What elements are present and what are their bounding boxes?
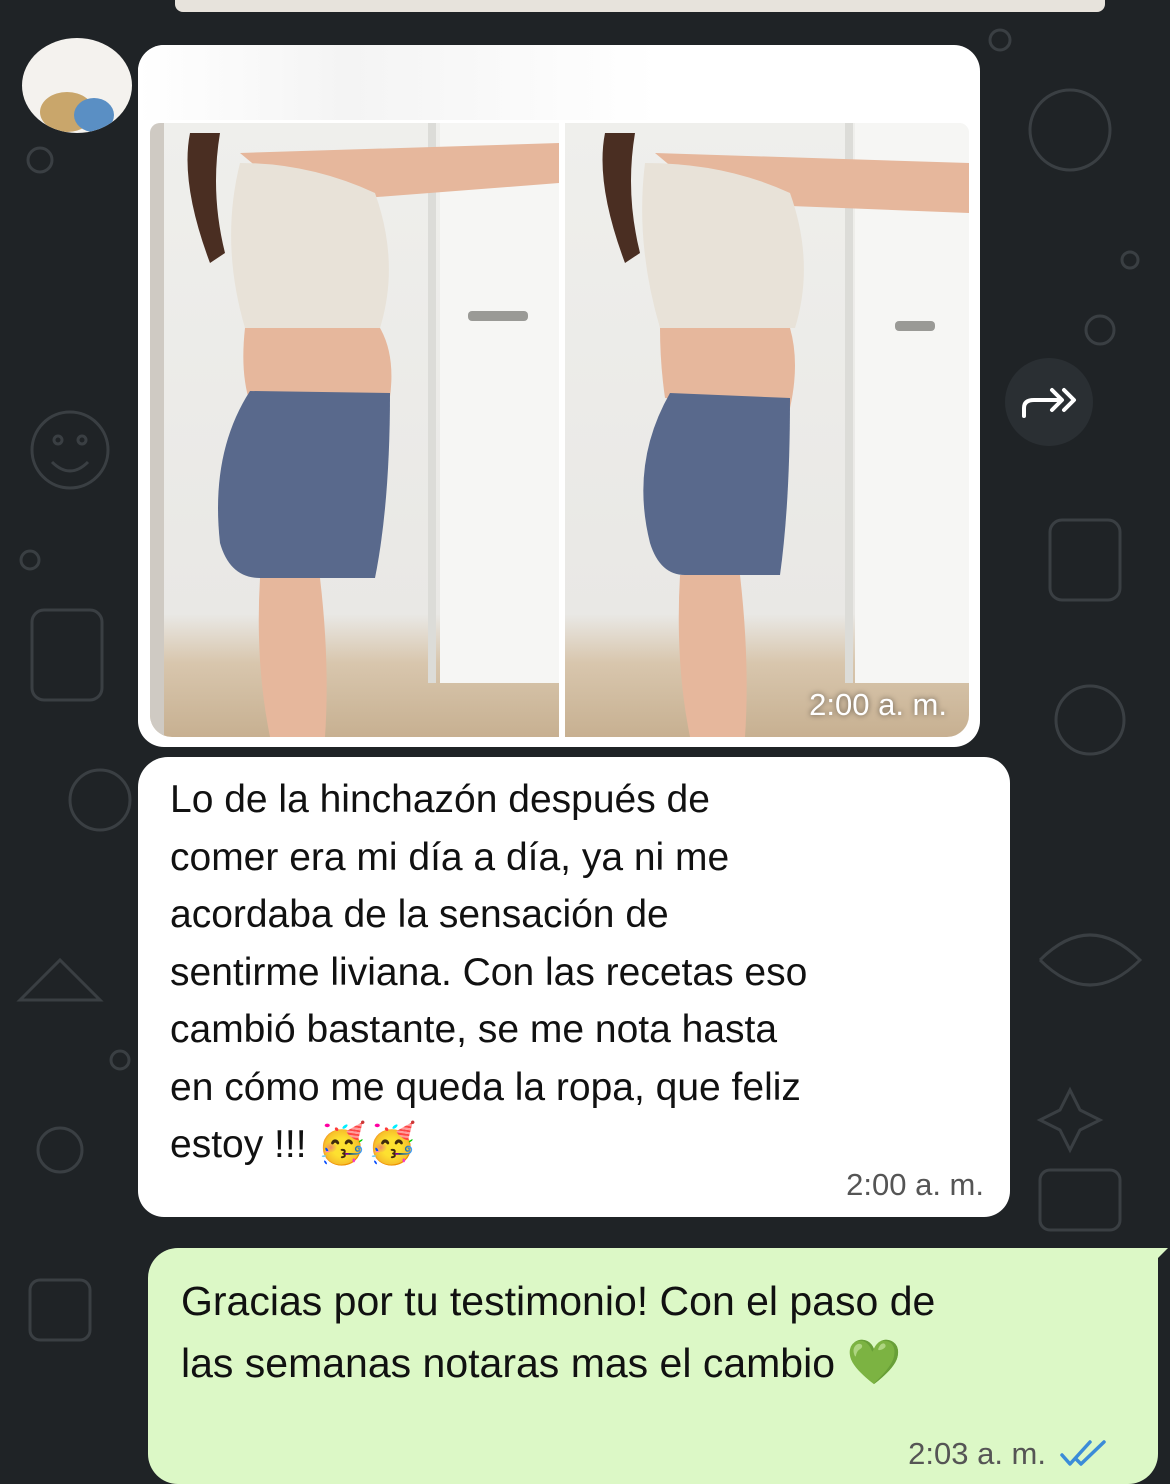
avatar[interactable] — [22, 38, 132, 133]
incoming-message-text: Lo de la hinchazón después de comer era … — [170, 771, 990, 1174]
incoming-message-bubble[interactable]: Lo de la hinchazón después de comer era … — [138, 757, 1010, 1217]
message-line: estoy !!! — [170, 1123, 307, 1166]
outgoing-timestamp: 2:03 a. m. — [908, 1436, 1046, 1471]
message-line: cambió bastante, se me nota hasta — [170, 1008, 778, 1051]
message-line: acordaba de la sensación de — [170, 893, 669, 936]
outgoing-message-bubble[interactable]: Gracias por tu testimonio! Con el paso d… — [148, 1248, 1158, 1484]
after-photo-illustration — [602, 123, 969, 737]
outgoing-message-text: Gracias por tu testimonio! Con el paso d… — [181, 1270, 1131, 1394]
outgoing-bubble-tail — [1150, 1248, 1168, 1266]
outgoing-meta: 2:03 a. m. — [908, 1436, 1108, 1472]
message-line: comer era mi día a día, ya ni me — [170, 835, 730, 879]
forward-icon — [1022, 388, 1076, 418]
sender-name-redacted — [138, 45, 658, 120]
message-line: Lo de la hinchazón después de — [170, 778, 710, 821]
double-check-icon — [1060, 1440, 1106, 1466]
after-photo[interactable]: 2:00 a. m. — [565, 123, 969, 737]
message-line: Gracias por tu testimonio! Con el paso d… — [181, 1278, 936, 1324]
before-photo[interactable] — [150, 123, 559, 737]
message-line-last: las semanas notaras mas el cambio 💚 — [181, 1332, 1131, 1394]
media-timestamp: 2:00 a. m. — [809, 687, 947, 722]
message-line: en cómo me queda la ropa, que feliz — [170, 1065, 801, 1109]
green-heart-emoji: 💚 — [846, 1337, 902, 1388]
forward-button[interactable] — [1005, 358, 1093, 446]
message-line: sentirme liviana. Con las recetas eso — [170, 950, 808, 994]
message-line: las semanas notaras mas el cambio — [181, 1340, 836, 1386]
incoming-timestamp: 2:00 a. m. — [846, 1167, 984, 1202]
message-line-last: estoy !!! 🥳🥳 — [170, 1116, 990, 1174]
party-face-emoji: 🥳🥳 — [317, 1121, 418, 1167]
before-photo-illustration — [150, 123, 559, 737]
top-edge — [175, 0, 1105, 12]
